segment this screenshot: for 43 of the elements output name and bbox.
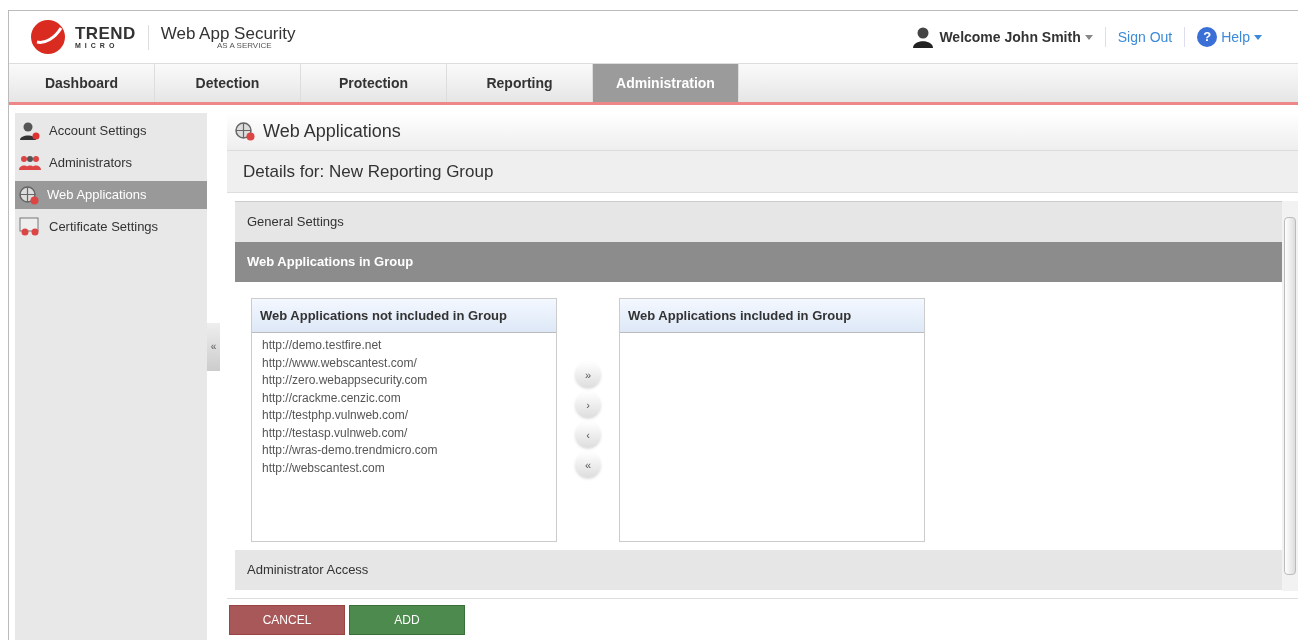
move-button[interactable]: ‹	[575, 422, 601, 448]
list-item[interactable]: http://www.webscantest.com/	[262, 354, 546, 372]
globe-icon	[19, 185, 39, 205]
logo-icon	[29, 18, 67, 56]
product-tagline: AS A SERVICE	[216, 41, 272, 50]
page-subtitle: Details for: New Reporting Group	[243, 160, 494, 183]
caret-icon	[1254, 34, 1262, 40]
section-header[interactable]: Administrator Access	[235, 550, 1282, 590]
product-name: Web App Security	[160, 24, 296, 42]
move-button[interactable]: »	[575, 362, 601, 388]
sign-out-link[interactable]: Sign Out	[1117, 26, 1173, 48]
page-title: Web Applications	[263, 120, 401, 143]
list-item[interactable]: http://crackme.cenzic.com	[262, 389, 546, 407]
logo-wordmark: TREND	[75, 25, 136, 42]
add-button[interactable]: ADD	[349, 604, 465, 635]
user-menu[interactable]: Welcome John Smith	[939, 26, 1093, 48]
list-item[interactable]: http://testphp.vulnweb.com/	[262, 407, 546, 425]
list-item[interactable]: http://zero.webappsecurity.com	[262, 372, 546, 390]
help-icon: ?	[1197, 27, 1218, 47]
nav-tab[interactable]: Dashboard	[9, 64, 155, 102]
collapse-handle[interactable]: «	[207, 322, 220, 371]
certificate-icon	[19, 217, 41, 237]
sidebar-item[interactable]: Certificate Settings	[15, 213, 207, 241]
globe-icon	[235, 122, 255, 141]
caret-icon	[1084, 34, 1093, 40]
section-header[interactable]: General Settings	[235, 202, 1282, 242]
list-item[interactable]: http://webscantest.com	[262, 459, 546, 477]
list-item[interactable]: http://wras-demo.trendmicro.com	[262, 442, 546, 460]
list-item[interactable]: http://demo.testfire.net	[262, 337, 546, 355]
sidebar-item[interactable]: Administrators	[15, 149, 207, 177]
user-icon	[911, 25, 936, 49]
list-heading: Web Applications included in Group	[628, 306, 852, 325]
group-icon	[19, 155, 41, 171]
user-icon	[19, 121, 41, 141]
list-item[interactable]: http://testasp.vulnweb.com/	[262, 424, 546, 442]
nav-tab[interactable]: Detection	[155, 64, 301, 102]
cancel-button[interactable]: CANCEL	[229, 604, 345, 635]
move-button[interactable]: «	[575, 452, 601, 478]
nav-tab[interactable]: Protection	[301, 64, 447, 102]
sidebar-item[interactable]: Account Settings	[15, 117, 207, 145]
list-heading: Web Applications not included in Group	[260, 306, 507, 325]
help-menu[interactable]: Help	[1221, 26, 1262, 48]
move-button[interactable]: ›	[575, 392, 601, 418]
